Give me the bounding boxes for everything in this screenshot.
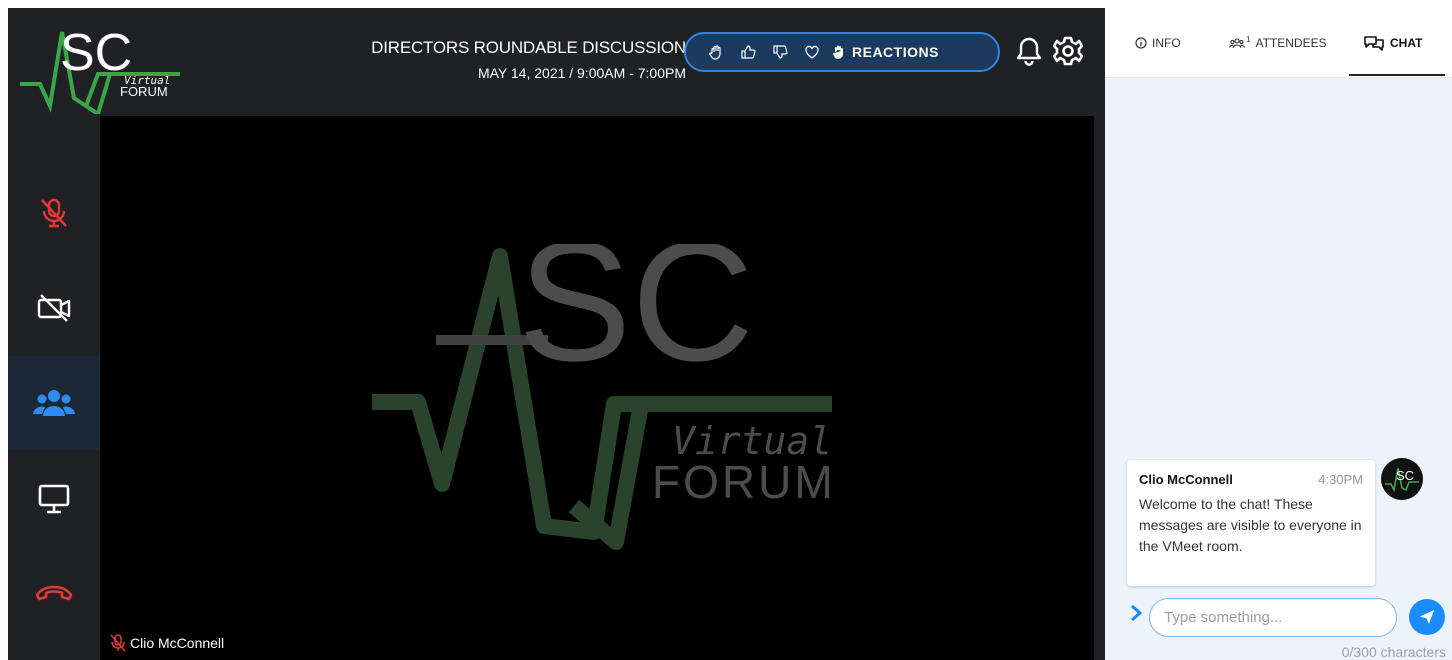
message-author: Clio McConnell [1139,472,1233,487]
event-title: DIRECTORS ROUNDABLE DISCUSSION [371,38,686,57]
thumbs-down-icon[interactable] [764,34,796,70]
chat-message: Clio McConnell 4:30PM Welcome to the cha… [1127,460,1375,586]
chat-message-input[interactable] [1149,598,1397,637]
raise-hand-icon[interactable] [700,34,732,70]
hand-icon [832,45,843,60]
phone-hangup-icon [35,585,73,601]
bell-icon[interactable] [1015,36,1043,66]
hang-up-button[interactable] [8,546,100,640]
video-area[interactable]: SC Virtual FORUM Clio McConnell [100,116,1094,660]
control-sidebar [8,116,100,660]
reactions-label: REACTIONS [852,44,939,60]
tab-info[interactable]: INFO [1135,32,1181,54]
meeting-panel: SC Virtual FORUM DIRECTORS ROUNDABLE DIS… [8,8,1105,660]
info-icon [1135,37,1147,49]
asc-watermark-logo: SC Virtual FORUM [372,244,836,550]
share-screen-button[interactable] [8,452,100,546]
active-tab-indicator [1349,74,1445,76]
event-info: DIRECTORS ROUNDABLE DISCUSSION MAY 14, 2… [308,38,686,81]
microphone-off-icon [110,634,126,652]
event-datetime: MAY 14, 2021 / 9:00AM - 7:00PM [477,65,686,81]
thumbs-up-icon[interactable] [732,34,764,70]
users-icon [33,390,75,416]
send-button[interactable] [1409,599,1445,635]
asc-logo: SC Virtual FORUM [20,24,180,114]
heart-icon[interactable] [796,34,828,70]
tab-chat[interactable]: CHAT [1363,32,1422,54]
avatar-logo: SC [1385,467,1419,493]
chat-icon [1364,36,1384,51]
reactions-button[interactable]: REACTIONS [832,44,939,60]
participant-name-tag: Clio McConnell [110,634,224,652]
top-bar: SC Virtual FORUM DIRECTORS ROUNDABLE DIS… [8,8,1105,116]
microphone-off-icon [41,198,67,228]
send-icon [1420,610,1434,624]
camera-off-button[interactable] [8,261,100,355]
mic-muted-button[interactable] [8,166,100,260]
tab-attendees[interactable]: 1 ATTENDEES [1229,32,1327,54]
monitor-icon [38,484,70,514]
panel-tabs: INFO 1 ATTENDEES CHAT [1105,8,1452,78]
tab-attendees-label: ATTENDEES [1255,36,1327,50]
logo-forum: FORUM [120,84,168,99]
side-panel: INFO 1 ATTENDEES CHAT Clio McConnell 4:3… [1105,8,1452,660]
tab-info-label: INFO [1152,36,1181,50]
participant-name: Clio McConnell [130,635,225,651]
avatar-letters: SC [1396,468,1414,483]
participants-button[interactable] [8,356,100,450]
reactions-bar: REACTIONS [684,32,1000,72]
camera-off-icon [37,294,71,322]
message-time: 4:30PM [1318,472,1363,487]
character-counter: 0/300 characters [1341,644,1446,660]
message-header: Clio McConnell 4:30PM [1139,472,1363,487]
watermark-forum: FORUM [652,456,836,508]
watermark-letters: SC [518,244,754,397]
avatar: SC [1381,458,1423,500]
attendees-count: 1 [1246,34,1251,44]
message-text: Welcome to the chat! These messages are … [1139,496,1362,554]
tab-chat-label: CHAT [1390,36,1423,50]
logo-letters: SC [60,24,132,82]
gear-icon[interactable] [1053,36,1083,66]
chevron-right-icon[interactable] [1127,602,1145,624]
attendees-icon [1229,38,1245,49]
